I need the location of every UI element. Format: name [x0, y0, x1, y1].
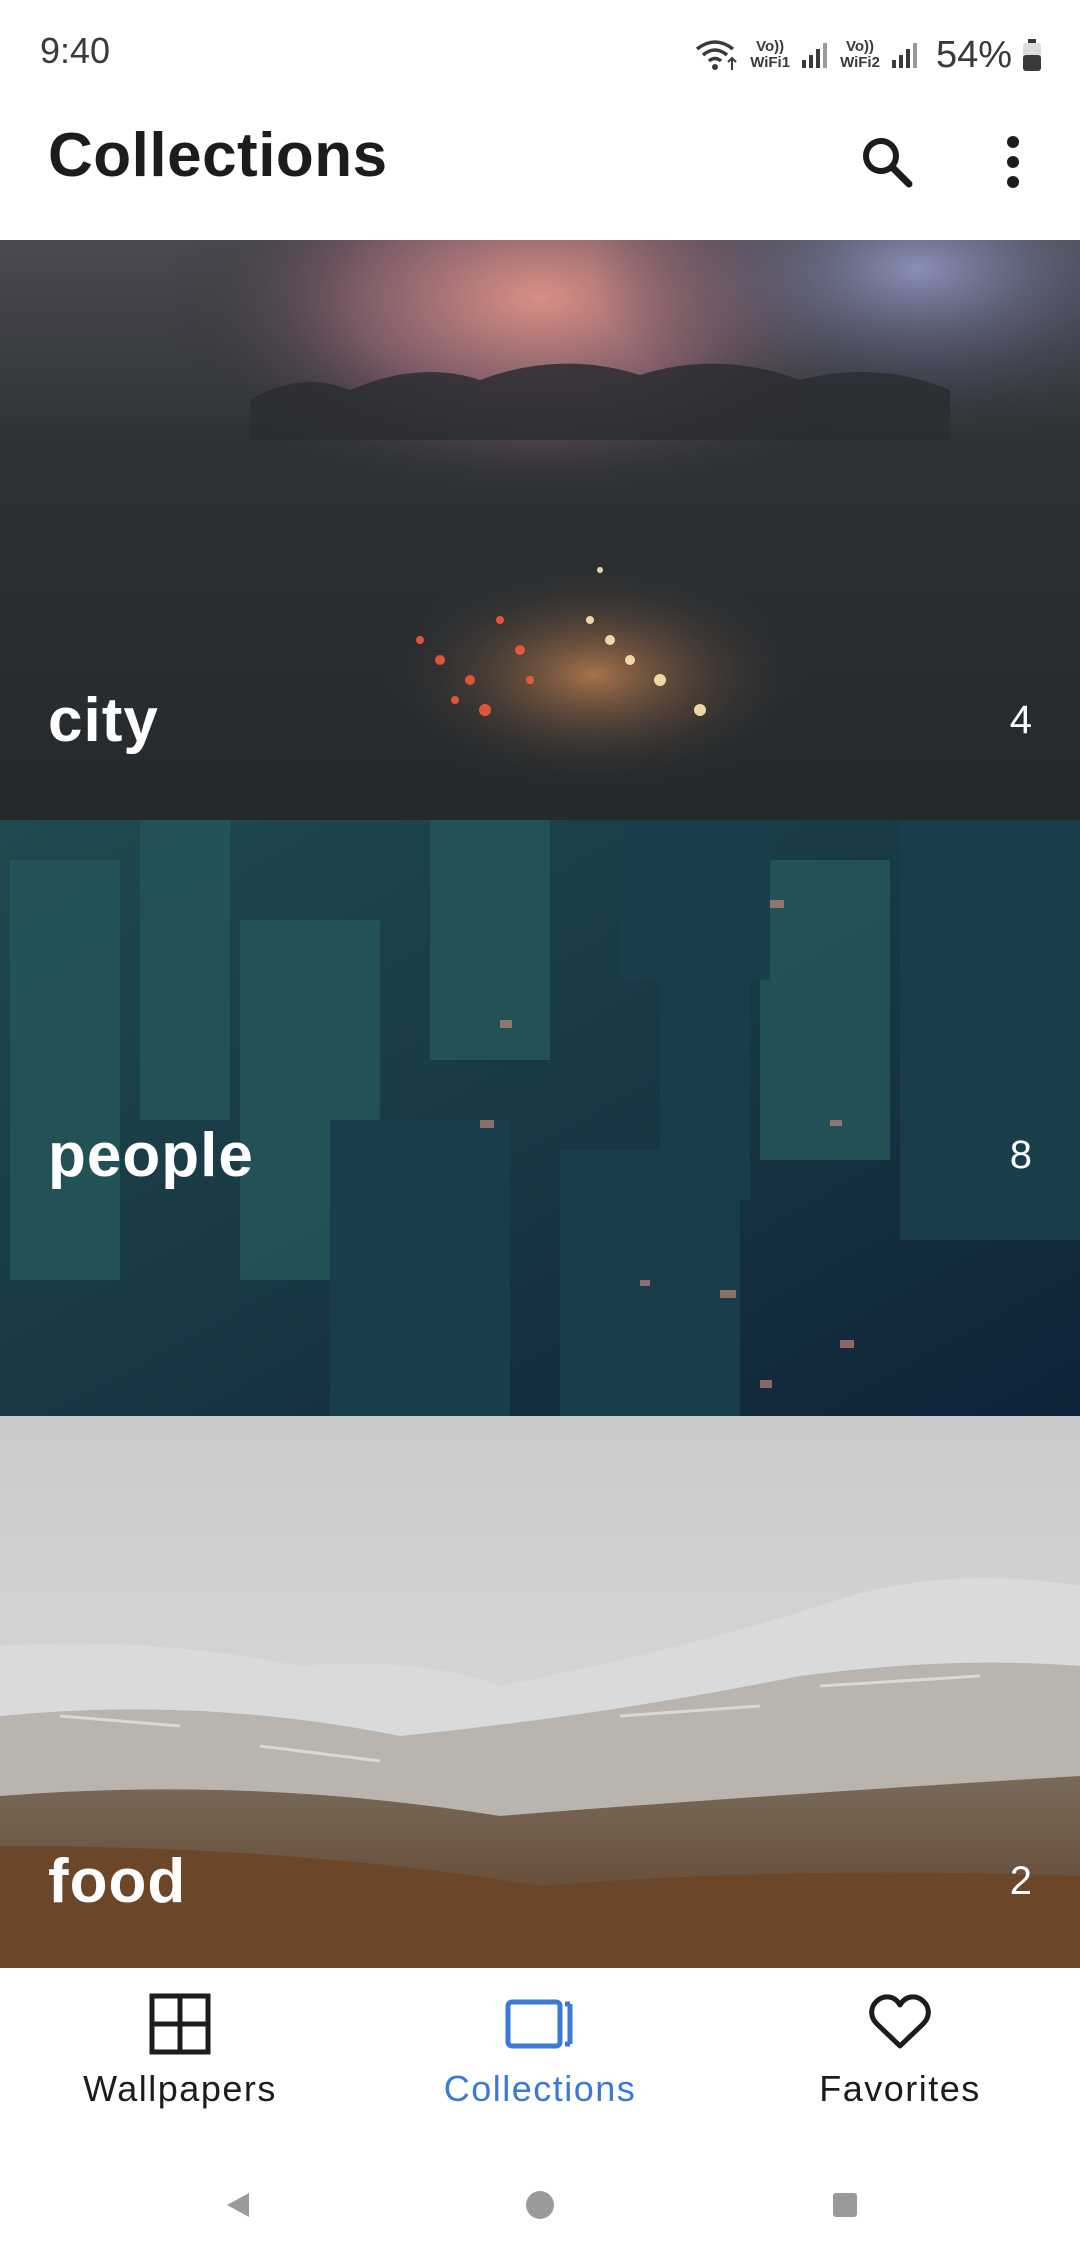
wifi2-label: Vo)) WiFi2 — [840, 39, 880, 71]
grid-icon — [149, 1993, 211, 2055]
collection-card-city[interactable]: city 4 — [0, 240, 1080, 820]
nav-label-favorites: Favorites — [819, 2068, 981, 2109]
home-button[interactable] — [510, 2180, 570, 2230]
wifi1-label-top: Vo)) — [756, 38, 785, 55]
collection-name: city — [48, 686, 159, 755]
search-button[interactable] — [842, 117, 932, 207]
battery-text: 54% — [935, 33, 1012, 76]
status-icons: Vo)) WiFi1 Vo)) WiFi2 54% — [694, 30, 1042, 80]
collection-image-city — [0, 240, 1080, 820]
bottom-navigation: Wallpapers Collections Favorites — [0, 1968, 1080, 2140]
wifi1-label: Vo)) WiFi1 — [750, 39, 790, 71]
collection-count: 8 — [1009, 1133, 1032, 1177]
search-icon — [863, 138, 913, 188]
collections-icon — [505, 1999, 573, 2049]
heart-icon — [869, 1994, 931, 2049]
collection-name: food — [48, 1847, 187, 1916]
back-icon — [227, 2193, 249, 2217]
wifi-icon — [694, 38, 740, 72]
collection-image-people — [0, 820, 1080, 1416]
nav-item-collections[interactable]: Collections — [360, 1968, 720, 2140]
wifi2-label-top: Vo)) — [845, 38, 875, 55]
nav-item-wallpapers[interactable]: Wallpapers — [0, 1968, 360, 2140]
collection-count: 2 — [1009, 1859, 1032, 1903]
app-bar: Collections — [0, 110, 1080, 240]
nav-label-wallpapers: Wallpapers — [83, 2068, 277, 2109]
signal-icon — [890, 40, 920, 70]
recents-button[interactable] — [815, 2180, 875, 2230]
signal-icon — [800, 40, 830, 70]
collection-card-people[interactable]: people 8 — [0, 820, 1080, 1416]
wifi2-label-bottom: WiFi2 — [840, 54, 880, 71]
home-icon — [526, 2191, 554, 2219]
system-navigation — [0, 2140, 1080, 2260]
battery-icon — [1022, 38, 1042, 72]
collection-count: 4 — [1009, 698, 1032, 742]
status-time: 9:40 — [40, 30, 111, 71]
page-title: Collections — [48, 121, 388, 190]
wifi1-label-bottom: WiFi1 — [750, 54, 791, 71]
status-bar: 9:40 Vo)) WiFi1 Vo)) WiFi2 54% — [0, 0, 1080, 110]
collection-card-food[interactable]: food 2 — [0, 1416, 1080, 1968]
back-button[interactable] — [208, 2180, 268, 2230]
recents-icon — [833, 2193, 857, 2217]
more-options-button[interactable] — [968, 117, 1058, 207]
collection-name: people — [48, 1121, 254, 1190]
nav-item-favorites[interactable]: Favorites — [720, 1968, 1080, 2140]
nav-label-collections: Collections — [443, 2068, 637, 2109]
collections-list: city 4 people 8 food 2 — [0, 240, 1080, 1968]
more-vert-icon — [1007, 136, 1019, 188]
